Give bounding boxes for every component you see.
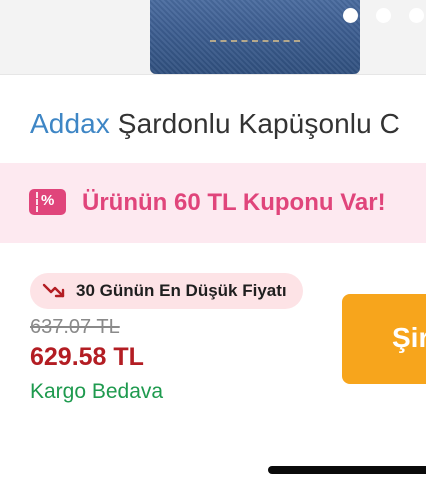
add-to-cart-label: Şir <box>392 322 426 353</box>
coupon-text: Ürünün 60 TL Kuponu Var! <box>82 189 386 216</box>
product-image-gallery[interactable] <box>0 0 426 74</box>
denim-seam <box>210 40 300 66</box>
gallery-dot[interactable] <box>409 8 424 23</box>
coupon-ticket-icon: % <box>29 189 66 215</box>
free-shipping-label: Kargo Bedava <box>30 380 164 403</box>
gallery-dot[interactable] <box>376 8 391 23</box>
product-title: Addax Şardonlu Kapüşonlu C <box>30 108 400 140</box>
home-indicator <box>268 466 426 474</box>
old-price: 637.07 TL <box>30 316 120 338</box>
add-to-cart-button[interactable]: Şir <box>342 294 426 384</box>
lowest-price-label: 30 Günün En Düşük Fiyatı <box>76 281 287 300</box>
gallery-dots <box>343 8 424 23</box>
coupon-perforation <box>36 192 38 212</box>
product-image-denim <box>150 0 360 74</box>
product-name: Şardonlu Kapüşonlu C <box>117 108 400 139</box>
lowest-price-badge: 30 Günün En Düşük Fiyatı <box>30 273 303 309</box>
trend-down-icon <box>42 282 66 300</box>
coupon-percent-glyph: % <box>41 192 55 209</box>
current-price: 629.58 TL <box>30 343 144 371</box>
divider <box>0 74 426 75</box>
gallery-dot[interactable] <box>343 8 358 23</box>
brand-link[interactable]: Addax <box>30 108 110 139</box>
